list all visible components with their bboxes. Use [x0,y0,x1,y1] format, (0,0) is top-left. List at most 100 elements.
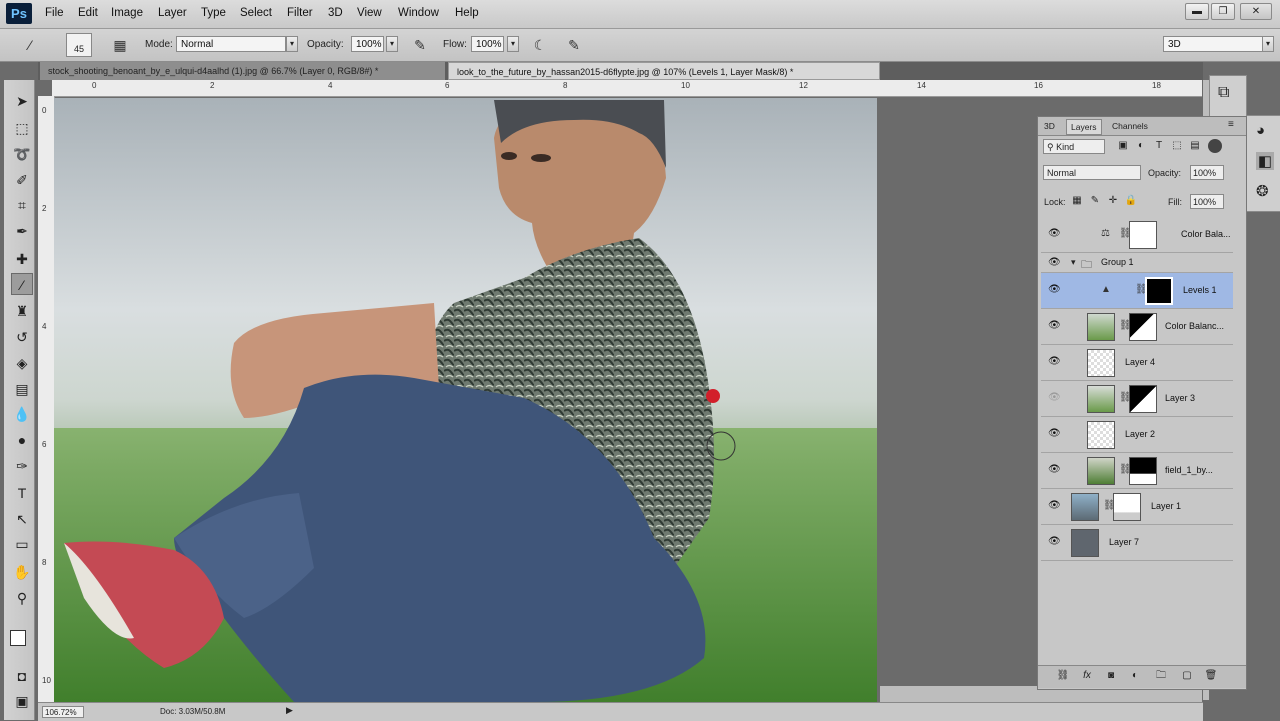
document-canvas[interactable] [54,98,877,702]
blend-mode-select[interactable]: Normal [1043,165,1141,180]
eye-icon[interactable]: 👁 [1048,257,1061,269]
history-brush-tool-icon[interactable]: ↺ [11,326,33,348]
lasso-tool-icon[interactable]: ➰ [11,143,33,165]
brush-tool-preset-icon[interactable]: ⁄ [20,35,40,55]
screen-mode-icon[interactable]: ▣ [11,690,33,712]
tab-3d[interactable]: 3D [1040,119,1059,133]
restore-button[interactable]: ❐ [1211,3,1235,20]
hand-tool-icon[interactable]: ✋ [11,561,33,583]
mask-icon[interactable]: ◙ [1104,669,1118,683]
healing-brush-tool-icon[interactable]: ✚ [11,248,33,270]
layer-row-layer-2[interactable]: 👁 Layer 2 [1041,417,1233,453]
layer-row-layer-3[interactable]: 👁 ⛓ Layer 3 [1041,381,1233,417]
tab-channels[interactable]: Channels [1108,119,1152,133]
close-button[interactable]: ✕ [1240,3,1272,20]
document-tab-1[interactable]: stock_shooting_benoant_by_e_ulqui-d4aalh… [40,62,445,80]
smart-object-filter-icon[interactable]: ▤ [1188,139,1202,153]
menu-help[interactable]: Help [455,7,479,19]
layer-row-layer-1[interactable]: 👁 ⛓ Layer 1 [1041,489,1233,525]
adjustment-icon[interactable]: ◐ [1128,669,1142,683]
shape-filter-icon[interactable]: ⬚ [1170,139,1184,153]
menu-type[interactable]: Type [201,7,226,19]
type-filter-icon[interactable]: T [1152,139,1166,153]
eye-icon[interactable]: 👁 [1048,500,1061,512]
pressure-size-icon[interactable]: ✎ [564,35,584,55]
dodge-tool-icon[interactable]: ● [11,429,33,451]
menu-select[interactable]: Select [240,7,272,19]
document-tab-2[interactable]: look_to_the_future_by_hassan2015-d6flypt… [448,62,880,80]
lock-pixels-icon[interactable]: ✎ [1088,194,1102,208]
eye-icon[interactable]: 👁 [1048,356,1061,368]
layers-panel-icon[interactable]: ◧ [1256,152,1274,170]
chevron-down-icon[interactable]: ▾ [386,36,398,52]
lock-all-icon[interactable]: 🔒 [1124,194,1138,208]
filter-toggle-icon[interactable] [1208,139,1222,153]
move-tool-icon[interactable]: ➤ [11,90,33,112]
menu-layer[interactable]: Layer [158,7,187,19]
lock-position-icon[interactable]: ✛ [1106,194,1120,208]
brush-size-picker[interactable]: 45 [66,33,92,57]
eye-icon[interactable]: 👁 [1048,464,1061,476]
eyedropper-tool-icon[interactable]: ✒ [11,220,33,242]
path-select-tool-icon[interactable]: ↖ [11,508,33,530]
channels-icon[interactable]: ❂ [1256,182,1269,200]
foreground-color-swatch[interactable] [10,630,26,646]
eye-icon[interactable]: 👁 [1048,428,1061,440]
marquee-tool-icon[interactable]: ⬚ [11,117,33,139]
chevron-down-icon[interactable]: ▾ [1071,257,1076,268]
menu-3d[interactable]: 3D [328,7,343,19]
color-icon[interactable]: ◕ [1256,122,1265,139]
flow-field[interactable]: 100% [471,36,504,52]
fill-field[interactable]: 100% [1190,194,1224,209]
crop-tool-icon[interactable]: ⌗ [11,194,33,216]
lock-transparency-icon[interactable]: ▦ [1070,194,1084,208]
menu-file[interactable]: File [45,7,64,19]
pen-tool-icon[interactable]: ✑ [11,455,33,477]
status-menu-arrow-icon[interactable]: ▶ [286,705,293,716]
fx-icon[interactable]: fx [1080,669,1094,683]
kind-filter-select[interactable]: ⚲ Kind [1043,139,1105,154]
pressure-opacity-icon[interactable]: ✎ [410,35,430,55]
new-layer-icon[interactable]: ▢ [1180,669,1194,683]
zoom-field[interactable]: 106.72% [42,706,84,718]
link-icon[interactable]: ⛓ [1056,669,1070,683]
layer-opacity-field[interactable]: 100% [1190,165,1224,180]
menu-view[interactable]: View [357,7,382,19]
zoom-tool-icon[interactable]: ⚲ [11,587,33,609]
brush-panel-icon[interactable]: ▦ [110,35,130,55]
folder-icon[interactable]: 🗀 [1154,669,1168,683]
history-icon[interactable]: ⧉ [1218,84,1229,102]
rectangle-tool-icon[interactable]: ▭ [11,533,33,555]
chevron-down-icon[interactable]: ▾ [507,36,519,52]
eye-icon[interactable]: 👁 [1048,392,1061,404]
chevron-down-icon[interactable]: ▾ [1262,36,1274,52]
eye-icon[interactable]: 👁 [1048,228,1061,240]
menu-filter[interactable]: Filter [287,7,313,19]
mode-select[interactable]: Normal [176,36,286,52]
layer-row-levels-selected[interactable]: 👁 ▲ ⛓ Levels 1 [1041,273,1233,309]
gradient-tool-icon[interactable]: ▤ [11,378,33,400]
eye-icon[interactable]: 👁 [1048,320,1061,332]
trash-icon[interactable]: 🗑 [1204,669,1218,683]
minimize-button[interactable]: ▬ [1185,3,1209,20]
layer-row-color-balance[interactable]: 👁 ⛓ Color Balanc... [1041,309,1233,345]
tab-layers[interactable]: Layers [1066,119,1102,135]
eraser-tool-icon[interactable]: ◈ [11,352,33,374]
eye-icon[interactable]: 👁 [1048,284,1061,296]
menu-window[interactable]: Window [398,7,439,19]
layer-row-field[interactable]: 👁 ⛓ field_1_by... [1041,453,1233,489]
layer-row-layer-7[interactable]: 👁 Layer 7 [1041,525,1233,561]
layer-row-color-balance-top[interactable]: 👁 ⚖ ⛓ Color Bala... [1041,217,1233,253]
airbrush-icon[interactable]: ☾ [530,35,550,55]
pixel-filter-icon[interactable]: ▣ [1116,139,1130,153]
layer-row-layer-4[interactable]: 👁 Layer 4 [1041,345,1233,381]
workspace-select[interactable]: 3D [1163,36,1263,52]
chevron-down-icon[interactable]: ▾ [286,36,298,52]
quick-select-tool-icon[interactable]: ✐ [11,169,33,191]
panel-menu-icon[interactable]: ≡ [1228,119,1234,130]
adjustment-filter-icon[interactable]: ◐ [1134,139,1148,153]
clone-stamp-tool-icon[interactable]: ♜ [11,300,33,322]
type-tool-icon[interactable]: T [11,482,33,504]
menu-edit[interactable]: Edit [78,7,98,19]
brush-tool-icon[interactable]: ⁄ [11,273,33,295]
